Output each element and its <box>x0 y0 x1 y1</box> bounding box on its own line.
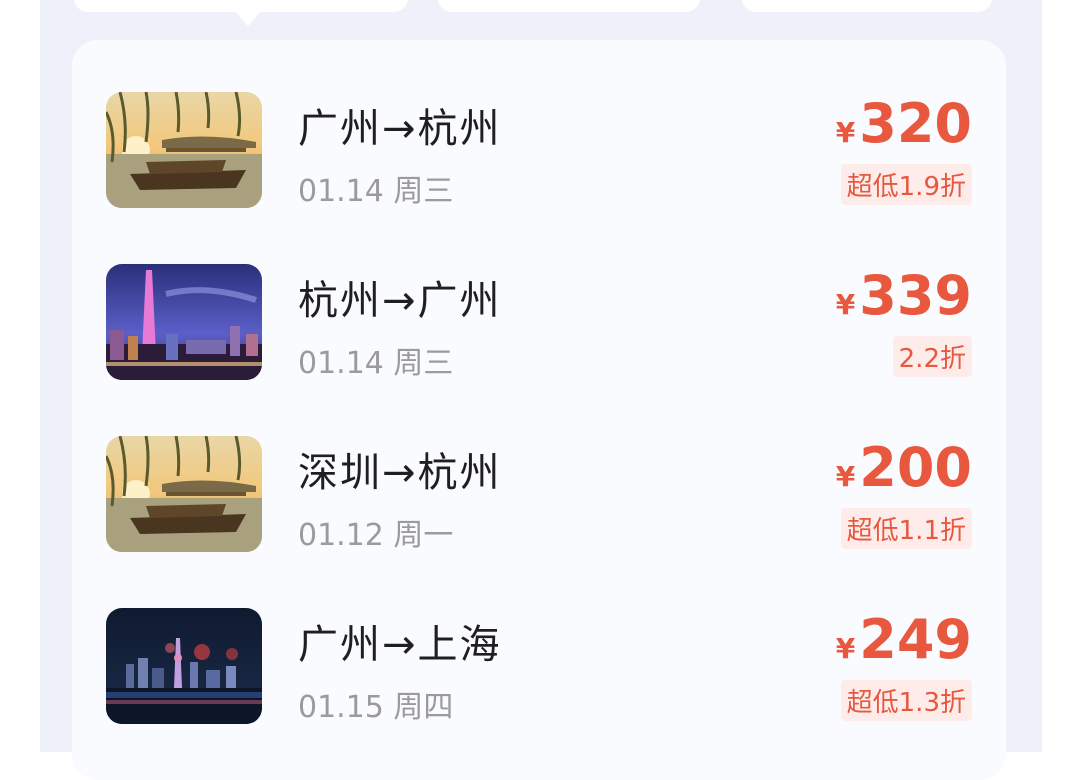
destination-thumbnail <box>106 264 262 380</box>
currency-symbol: ¥ <box>835 632 856 665</box>
top-tab-right[interactable] <box>742 0 992 12</box>
price-value: 320 <box>859 92 972 155</box>
route-label: 杭州→广州 <box>298 278 502 324</box>
price-value: 249 <box>859 608 972 671</box>
price-value: 200 <box>859 436 972 499</box>
app-frame: 广州→杭州 01.14 周三 ¥320 超低1.9折 杭州→广州 01.14 周… <box>40 0 1042 780</box>
price-value: 339 <box>859 264 972 327</box>
destination-thumbnail <box>106 436 262 552</box>
flight-deal-row[interactable]: 杭州→广州 01.14 周三 ¥339 2.2折 <box>72 264 1006 384</box>
departure-date: 01.14 周三 <box>298 346 454 381</box>
route-label: 广州→上海 <box>298 622 502 668</box>
departure-date: 01.14 周三 <box>298 174 454 209</box>
currency-symbol: ¥ <box>835 288 856 321</box>
west-lake-boat-image <box>106 436 262 552</box>
tab-pointer <box>234 10 262 26</box>
flight-deals-card: 广州→杭州 01.14 周三 ¥320 超低1.9折 杭州→广州 01.14 周… <box>72 40 1006 780</box>
currency-symbol: ¥ <box>835 460 856 493</box>
route-label: 深圳→杭州 <box>298 450 502 496</box>
discount-badge: 超低1.9折 <box>840 164 972 205</box>
discount-badge: 超低1.1折 <box>840 508 972 549</box>
top-tab-middle[interactable] <box>438 0 700 12</box>
price: ¥339 <box>836 264 972 327</box>
price: ¥200 <box>836 436 972 499</box>
price: ¥320 <box>836 92 972 155</box>
shanghai-skyline-night-image <box>106 608 262 724</box>
destination-thumbnail <box>106 92 262 208</box>
currency-symbol: ¥ <box>835 116 856 149</box>
discount-badge: 2.2折 <box>892 336 972 377</box>
destination-thumbnail <box>106 608 262 724</box>
departure-date: 01.15 周四 <box>298 690 454 725</box>
flight-deal-row[interactable]: 深圳→杭州 01.12 周一 ¥200 超低1.1折 <box>72 436 1006 556</box>
departure-date: 01.12 周一 <box>298 518 454 553</box>
canton-tower-night-image <box>106 264 262 380</box>
discount-badge: 超低1.3折 <box>840 680 972 721</box>
flight-deal-row[interactable]: 广州→上海 01.15 周四 ¥249 超低1.3折 <box>72 608 1006 728</box>
route-label: 广州→杭州 <box>298 106 502 152</box>
flight-deal-row[interactable]: 广州→杭州 01.14 周三 ¥320 超低1.9折 <box>72 92 1006 212</box>
price: ¥249 <box>836 608 972 671</box>
west-lake-boat-image <box>106 92 262 208</box>
